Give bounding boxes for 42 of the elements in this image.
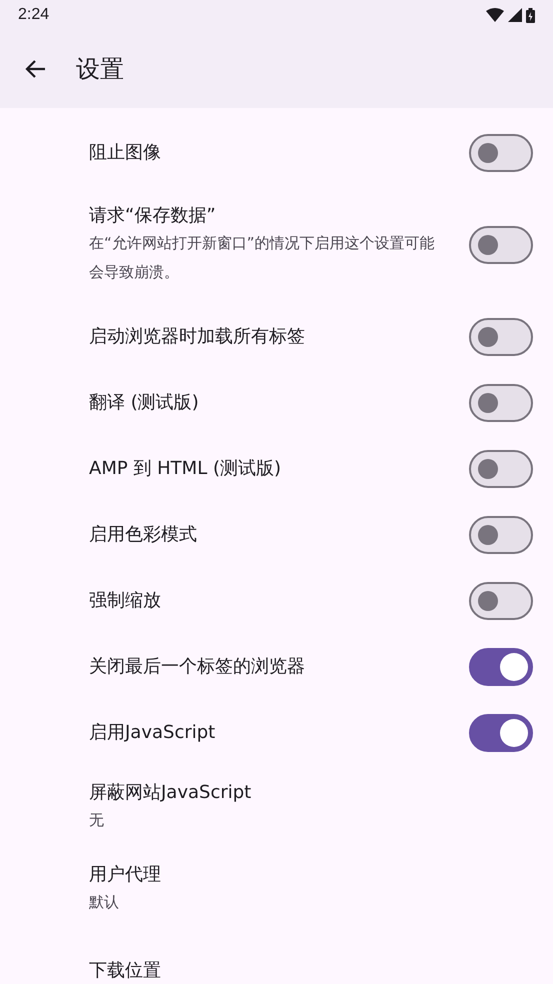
setting-title: 翻译 (测试版) (89, 391, 200, 415)
setting-title: 关闭最后一个标签的浏览器 (89, 655, 306, 679)
setting-title: 强制缩放 (89, 589, 162, 613)
settings-item[interactable]: 请求“保存数据” 在“允许网站打开新窗口”的情况下启用这个设置可能会导致崩溃。 (0, 186, 553, 304)
setting-title: 启用色彩模式 (89, 523, 198, 547)
toggle-switch[interactable] (469, 226, 533, 264)
settings-item[interactable]: 启用色彩模式 (0, 502, 553, 568)
setting-summary: 无 (89, 810, 105, 830)
setting-summary: 在“允许网站打开新窗口”的情况下启用这个设置可能会导致崩溃。 (89, 233, 436, 283)
toggle-switch[interactable] (469, 714, 533, 752)
setting-title: 用户代理 (89, 862, 162, 886)
toggle-switch[interactable] (469, 318, 533, 356)
toggle-switch[interactable] (469, 516, 533, 554)
status-time: 2:24 (18, 6, 50, 24)
settings-item[interactable]: 启用JavaScript (0, 700, 553, 766)
screen-title: 设置 (76, 54, 124, 85)
setting-title: 下载位置 (89, 959, 162, 983)
settings-item[interactable]: AMP 到 HTML (测试版) (0, 436, 553, 502)
setting-title: 阻止图像 (89, 141, 162, 165)
setting-title: 启用JavaScript (89, 721, 216, 745)
setting-title: 屏蔽网站JavaScript (89, 780, 252, 804)
settings-item[interactable]: 强制缩放 (0, 568, 553, 634)
setting-title: 启动浏览器时加载所有标签 (89, 325, 306, 349)
wifi-icon (486, 8, 504, 22)
setting-title: 请求“保存数据” (89, 204, 217, 228)
toggle-switch[interactable] (469, 384, 533, 422)
battery-icon (526, 8, 535, 22)
settings-item[interactable]: 关闭最后一个标签的浏览器 (0, 634, 553, 700)
back-icon[interactable] (24, 59, 46, 79)
toggle-switch[interactable] (469, 648, 533, 686)
toggle-switch[interactable] (469, 450, 533, 488)
setting-title: AMP 到 HTML (测试版) (89, 457, 282, 481)
settings-item[interactable]: 屏蔽网站JavaScript 无 (0, 766, 553, 848)
settings-item[interactable]: 用户代理 默认 (0, 848, 553, 930)
settings-item[interactable]: 翻译 (测试版) (0, 370, 553, 436)
settings-item[interactable]: 启动浏览器时加载所有标签 (0, 304, 553, 370)
setting-summary: 默认 (89, 892, 120, 912)
toggle-switch[interactable] (469, 134, 533, 172)
settings-item[interactable]: 阻止图像 (0, 108, 553, 186)
settings-item[interactable]: 下载位置 (0, 930, 553, 984)
signal-icon (508, 8, 522, 22)
toggle-switch[interactable] (469, 582, 533, 620)
